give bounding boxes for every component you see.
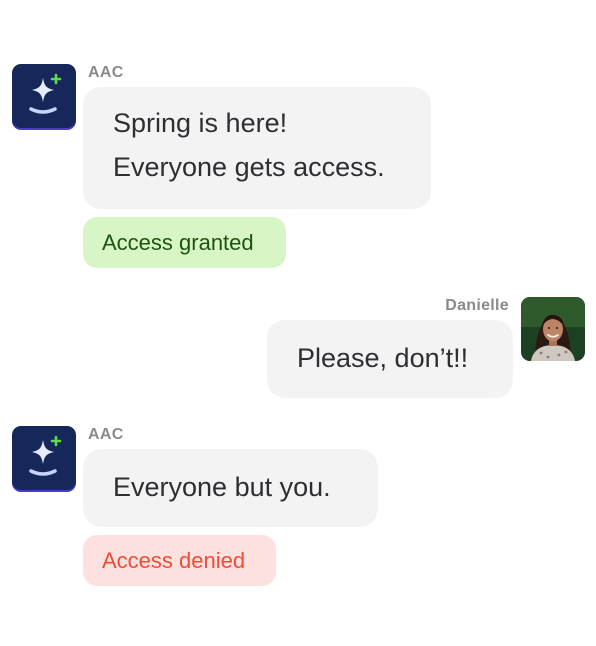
- user-photo: [521, 297, 585, 361]
- message-bubble: Please, don’t!!: [267, 320, 513, 398]
- message-line: Everyone gets access.: [113, 152, 385, 182]
- bot-avatar: [12, 426, 76, 490]
- access-granted-badge: Access granted: [83, 217, 286, 268]
- sparkle-bot-icon: [29, 435, 62, 476]
- sparkle-bot-icon: [29, 73, 62, 114]
- message-line: Please, don’t!!: [297, 343, 469, 373]
- message-line: Everyone but you.: [113, 472, 331, 502]
- message-bubble: Spring is here! Everyone gets access.: [83, 87, 431, 209]
- access-denied-badge: Access denied: [83, 535, 276, 586]
- sender-name: AAC: [88, 426, 124, 443]
- message-bubble: Everyone but you.: [83, 449, 378, 527]
- sender-name: Danielle: [445, 297, 509, 314]
- user-avatar: [521, 297, 585, 361]
- chat-thread: AAC Spring is here! Everyone gets access…: [0, 0, 596, 646]
- sender-name: AAC: [88, 64, 124, 81]
- bot-avatar: [12, 64, 76, 128]
- message-line: Spring is here!: [113, 108, 288, 138]
